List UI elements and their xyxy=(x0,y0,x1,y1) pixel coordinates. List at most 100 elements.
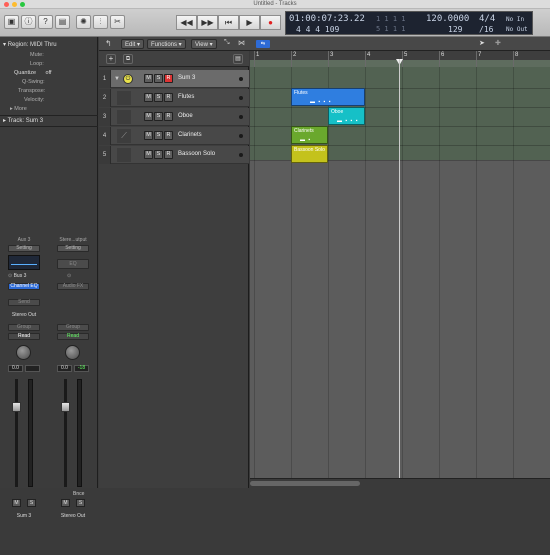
record-enable-button[interactable]: R xyxy=(164,131,173,140)
group-slot[interactable]: Group xyxy=(57,324,89,331)
disclosure-icon[interactable]: ▼ xyxy=(114,76,120,82)
inspector-more[interactable]: ▸ More xyxy=(10,106,27,112)
automation-mode[interactable]: Read xyxy=(57,333,89,340)
track-name[interactable]: Flutes xyxy=(178,94,194,100)
peak-readout: -18 xyxy=(74,365,89,372)
quantize-value[interactable]: off xyxy=(46,70,52,76)
go-to-start-button[interactable]: ⏮ xyxy=(218,15,239,30)
pencil-tool-icon[interactable]: ✚ xyxy=(495,39,501,47)
region-bassoon-solo[interactable]: Bassoon Solo xyxy=(291,145,328,163)
edit-menu[interactable]: Edit ▾ xyxy=(121,39,145,49)
track-header-4[interactable]: 4 ⟋ M S R Clarinets xyxy=(99,127,249,145)
output-label[interactable]: Stereo Out xyxy=(6,312,42,318)
send-slot[interactable]: Send xyxy=(8,299,40,306)
mute-button[interactable]: M xyxy=(144,150,153,159)
record-enable-button[interactable]: R xyxy=(164,150,173,159)
region-inspector-header[interactable]: ▾ Region: MIDI Thru xyxy=(3,41,57,48)
back-icon[interactable]: ↰ xyxy=(105,39,112,48)
volume-readout[interactable]: 0.0 xyxy=(8,365,23,372)
solo-button[interactable]: S xyxy=(154,112,163,121)
link-icon[interactable]: ⊙ xyxy=(67,273,71,279)
global-tracks-icon[interactable]: ▤ xyxy=(233,54,243,64)
help-icon[interactable]: ? xyxy=(38,15,53,29)
catch-icon[interactable]: ⤡ xyxy=(224,39,230,47)
input-slot[interactable]: ⊙ Bus 3 xyxy=(8,273,40,281)
region-clarinets[interactable]: Clarinets ▬ ▪ xyxy=(291,126,328,144)
play-button[interactable]: ▶ xyxy=(239,15,260,30)
track-name[interactable]: Bassoon Solo xyxy=(178,151,215,157)
inspector-icon[interactable]: ⓘ xyxy=(21,15,36,29)
mute-button[interactable]: M xyxy=(144,131,153,140)
setting-button[interactable]: Setting xyxy=(8,245,40,252)
region-oboe[interactable]: Oboe ▬ ▪ ▪ ▪ xyxy=(328,107,365,125)
track-header-2[interactable]: 2 M S R Flutes xyxy=(99,89,249,107)
track-header-3[interactable]: 3 M S R Oboe xyxy=(99,108,249,126)
solo-button[interactable]: S xyxy=(154,93,163,102)
volume-fader[interactable] xyxy=(61,402,70,412)
channel-eq-plugin[interactable]: Channel EQ xyxy=(8,283,40,290)
track-inspector-header[interactable]: ▸ Track: Sum 3 xyxy=(3,117,43,124)
solo-button[interactable]: S xyxy=(76,499,85,507)
volume-fader-track[interactable] xyxy=(64,379,67,487)
forward-button[interactable]: ▶▶ xyxy=(197,15,218,30)
mute-button[interactable]: M xyxy=(61,499,70,507)
inspector-row-transpose[interactable]: Transpose: xyxy=(18,88,45,94)
setting-button[interactable]: Setting xyxy=(57,245,89,252)
view-menu[interactable]: View ▾ xyxy=(191,39,217,49)
track-header-1[interactable]: 1 ▼ ⏻ M S R Sum 3 xyxy=(99,70,249,88)
lcd-display[interactable]: 01:00:07:23.22 1 1 1 1 4 4 4 109 5 1 1 1… xyxy=(285,11,533,35)
playhead[interactable] xyxy=(399,59,400,479)
rewind-button[interactable]: ◀◀ xyxy=(176,15,197,30)
record-button[interactable]: ● xyxy=(260,15,281,30)
toolbar-icon[interactable]: ▤ xyxy=(55,15,70,29)
smart-controls-icon[interactable]: ✺ xyxy=(76,15,91,29)
eq-slot[interactable]: EQ xyxy=(57,259,89,269)
power-icon[interactable]: ⏻ xyxy=(123,74,133,84)
scroll-thumb[interactable] xyxy=(250,481,360,486)
pointer-tool-icon[interactable]: ➤ xyxy=(479,39,485,47)
horizontal-scrollbar[interactable] xyxy=(250,478,550,488)
record-enable-button[interactable]: R xyxy=(164,112,173,121)
add-track-icon[interactable]: + xyxy=(106,54,116,64)
inspector-row-qswing[interactable]: Q-Swing: xyxy=(22,79,45,85)
region-flutes[interactable]: Flutes ▬ ▪ ▪ ▪ xyxy=(291,88,365,106)
editors-icon[interactable]: ✂ xyxy=(110,15,125,29)
snap-icon[interactable]: ⇆ xyxy=(256,40,270,48)
flex-icon[interactable]: ⋈ xyxy=(238,39,245,47)
volume-fader[interactable] xyxy=(12,402,21,412)
inspector-row-quantize[interactable]: Quantize off xyxy=(14,70,52,76)
eq-thumbnail[interactable] xyxy=(8,255,40,270)
solo-button[interactable]: S xyxy=(154,150,163,159)
functions-menu[interactable]: Functions ▾ xyxy=(147,39,186,49)
library-icon[interactable]: ▣ xyxy=(4,15,19,29)
mute-button[interactable]: M xyxy=(144,112,153,121)
mute-button[interactable]: M xyxy=(12,499,21,507)
mute-button[interactable]: M xyxy=(144,93,153,102)
solo-button[interactable]: S xyxy=(154,74,163,83)
pan-knob[interactable] xyxy=(65,345,80,360)
volume-readout[interactable]: 0.0 xyxy=(57,365,72,372)
automation-mode[interactable]: Read xyxy=(8,333,40,340)
bounce-label[interactable]: Bnce xyxy=(73,491,84,497)
inspector-row-velocity[interactable]: Velocity: xyxy=(24,97,44,103)
inspector-row-mute[interactable]: Mute: xyxy=(30,52,44,58)
solo-button[interactable]: S xyxy=(154,131,163,140)
volume-fader-track[interactable] xyxy=(15,379,18,487)
record-enable-button[interactable]: R xyxy=(164,93,173,102)
duplicate-track-icon[interactable]: ⧉ xyxy=(123,54,133,64)
inspector-row-loop[interactable]: Loop: xyxy=(30,61,44,67)
control-bar: ▣ ⓘ ? ▤ ✺ ⫶ ✂ ◀◀ ▶▶ ⏮ ▶ ● 01:00:07:23.22… xyxy=(0,9,550,37)
ruler-bar-8: 8 xyxy=(515,52,519,58)
pan-knob[interactable] xyxy=(16,345,31,360)
group-slot[interactable]: Group xyxy=(8,324,40,331)
record-enable-button[interactable]: R xyxy=(164,74,173,83)
track-name[interactable]: Sum 3 xyxy=(178,75,195,81)
solo-button[interactable]: S xyxy=(27,499,36,507)
track-name[interactable]: Oboe xyxy=(178,113,193,119)
audio-fx-slot[interactable]: Audio FX xyxy=(57,283,89,290)
track-header-5[interactable]: 5 M S R Bassoon Solo xyxy=(99,146,249,164)
track-name[interactable]: Clarinets xyxy=(178,132,202,138)
arrange-area[interactable]: Flutes ▬ ▪ ▪ ▪ Oboe ▬ ▪ ▪ ▪ Clarinets ▬ … xyxy=(250,67,550,488)
mixer-icon[interactable]: ⫶ xyxy=(93,15,108,29)
mute-button[interactable]: M xyxy=(144,74,153,83)
